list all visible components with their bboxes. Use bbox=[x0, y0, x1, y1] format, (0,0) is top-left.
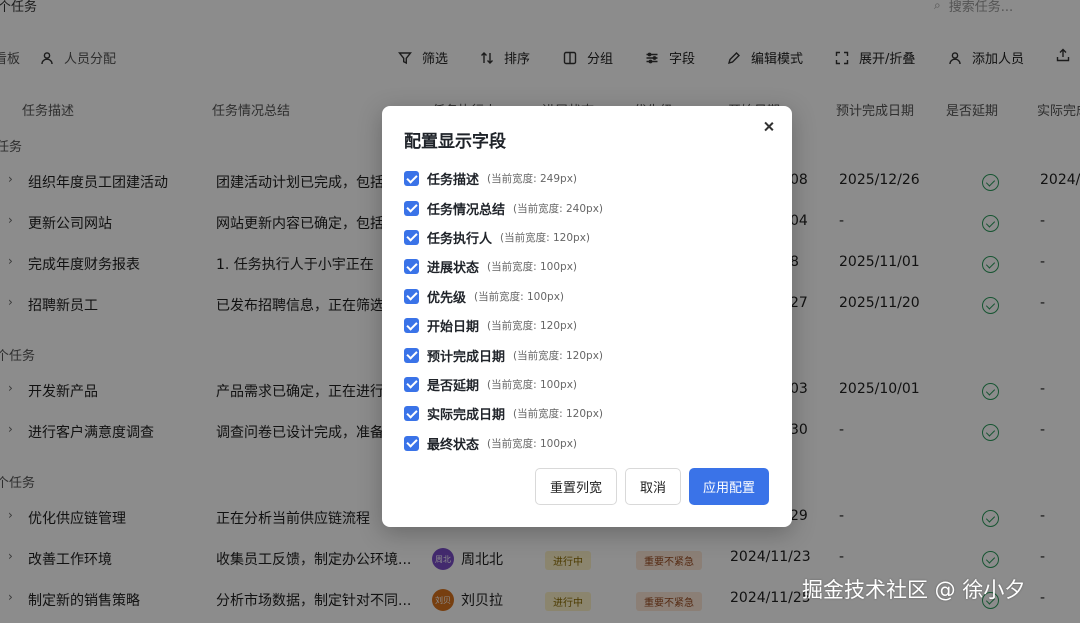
field-name: 是否延期 bbox=[427, 378, 480, 394]
field-option[interactable]: 任务执行人 (当前宽度: 120px) bbox=[404, 223, 764, 252]
checkbox-checked[interactable] bbox=[404, 435, 419, 451]
field-name: 最终状态 bbox=[427, 437, 480, 453]
field-width: (当前宽度: 240px) bbox=[513, 202, 604, 215]
field-width: (当前宽度: 100px) bbox=[487, 261, 578, 274]
field-width: (当前宽度: 249px) bbox=[487, 173, 578, 186]
field-option[interactable]: 最终状态 (当前宽度: 100px) bbox=[404, 429, 764, 458]
field-name: 优先级 bbox=[427, 290, 467, 306]
watermark: 掘金技术社区 @ 徐小夕 bbox=[802, 578, 1026, 602]
field-option[interactable]: 任务情况总结 (当前宽度: 240px) bbox=[404, 193, 764, 222]
checkbox-checked[interactable] bbox=[404, 229, 419, 245]
field-name: 任务描述 bbox=[427, 173, 480, 189]
checkbox-checked[interactable] bbox=[404, 318, 419, 334]
reset-width-button[interactable]: 重置列宽 bbox=[535, 468, 617, 505]
field-name: 开始日期 bbox=[427, 320, 480, 336]
dialog-title: 配置显示字段 bbox=[404, 132, 506, 152]
field-width: (当前宽度: 120px) bbox=[513, 349, 604, 362]
field-option[interactable]: 开始日期 (当前宽度: 120px) bbox=[404, 311, 764, 340]
field-width: (当前宽度: 100px) bbox=[487, 437, 578, 450]
field-config-dialog: 配置显示字段 任务描述 (当前宽度: 249px) 任务情况总结 (当前宽度: … bbox=[382, 106, 792, 527]
checkbox-checked[interactable] bbox=[404, 376, 419, 392]
cancel-button[interactable]: 取消 bbox=[625, 468, 681, 505]
checkbox-checked[interactable] bbox=[404, 259, 419, 275]
field-option[interactable]: 任务描述 (当前宽度: 249px) bbox=[404, 164, 764, 193]
apply-config-button[interactable]: 应用配置 bbox=[689, 468, 769, 505]
field-width: (当前宽度: 100px) bbox=[487, 378, 578, 391]
field-option[interactable]: 优先级 (当前宽度: 100px) bbox=[404, 282, 764, 311]
field-name: 预计完成日期 bbox=[427, 349, 506, 365]
checkbox-checked[interactable] bbox=[404, 406, 419, 422]
field-name: 任务情况总结 bbox=[427, 202, 506, 218]
field-width: (当前宽度: 100px) bbox=[474, 290, 565, 303]
checkbox-checked[interactable] bbox=[404, 288, 419, 304]
field-option[interactable]: 进展状态 (当前宽度: 100px) bbox=[404, 252, 764, 281]
field-width: (当前宽度: 120px) bbox=[513, 408, 604, 421]
field-list: 任务描述 (当前宽度: 249px) 任务情况总结 (当前宽度: 240px) … bbox=[404, 164, 764, 458]
checkbox-checked[interactable] bbox=[404, 200, 419, 216]
field-name: 实际完成日期 bbox=[427, 408, 506, 424]
field-option[interactable]: 预计完成日期 (当前宽度: 120px) bbox=[404, 340, 764, 369]
field-width: (当前宽度: 120px) bbox=[487, 320, 578, 333]
checkbox-checked[interactable] bbox=[404, 347, 419, 363]
checkbox-checked[interactable] bbox=[404, 171, 419, 187]
field-option[interactable]: 是否延期 (当前宽度: 100px) bbox=[404, 370, 764, 399]
field-width: (当前宽度: 120px) bbox=[500, 231, 591, 244]
field-name: 进展状态 bbox=[427, 261, 480, 277]
field-name: 任务执行人 bbox=[427, 231, 493, 247]
field-option[interactable]: 实际完成日期 (当前宽度: 120px) bbox=[404, 399, 764, 428]
close-icon[interactable] bbox=[761, 119, 777, 135]
